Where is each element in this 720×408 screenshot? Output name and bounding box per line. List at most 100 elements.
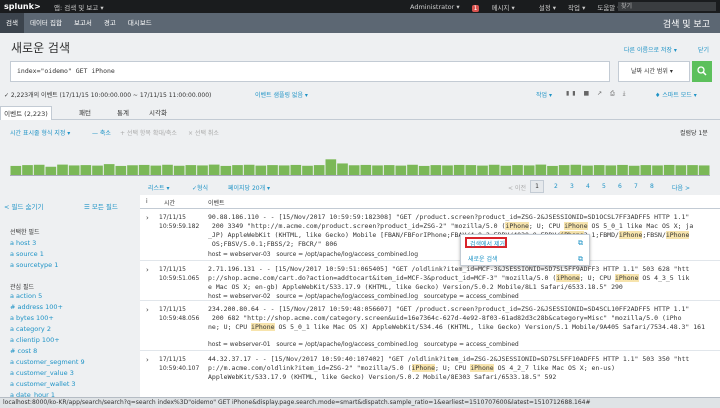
timeline-bar[interactable] bbox=[570, 164, 582, 175]
field-cost[interactable]: # cost 8 bbox=[10, 346, 85, 357]
event-raw-text[interactable]: 44.32.37.17 - - [15/Nov/2017 10:59:40:10… bbox=[208, 355, 716, 382]
timeline-bar[interactable] bbox=[407, 164, 418, 175]
timeline-chart[interactable] bbox=[10, 142, 710, 176]
field-address[interactable]: # address 100+ bbox=[10, 302, 85, 313]
field-sourcetype[interactable]: a sourcetype 1 bbox=[10, 260, 58, 271]
timeline-bar[interactable] bbox=[68, 165, 80, 175]
tab-statistics[interactable]: 통계 bbox=[108, 106, 138, 120]
timeline-bar[interactable] bbox=[652, 165, 663, 175]
timeline-bar[interactable] bbox=[558, 165, 570, 175]
timeline-bar[interactable] bbox=[33, 164, 45, 175]
timeline-bar[interactable] bbox=[278, 165, 290, 175]
save-as-button[interactable]: 다른 이름으로 저장 ▾ bbox=[624, 45, 677, 54]
timeline-bar[interactable] bbox=[465, 165, 477, 175]
timeline-bar[interactable] bbox=[593, 165, 605, 175]
timeline-bar[interactable] bbox=[150, 165, 162, 175]
timeline-bar[interactable] bbox=[663, 164, 675, 175]
page-2-button[interactable]: 2 bbox=[554, 183, 558, 190]
col-time-header[interactable]: 시간 bbox=[164, 198, 175, 207]
page-6-button[interactable]: 6 bbox=[618, 183, 622, 190]
timeline-bar[interactable] bbox=[418, 165, 430, 175]
tab-visualization[interactable]: 시각화 bbox=[140, 106, 176, 120]
timeline-bar[interactable] bbox=[127, 165, 138, 175]
user-menu[interactable]: Administrator ▾ bbox=[410, 3, 460, 11]
timeline-bar[interactable] bbox=[138, 164, 150, 175]
timeline-bar[interactable] bbox=[325, 159, 337, 175]
search-mode-menu[interactable]: ♦ 스마트 모드 ▾ bbox=[655, 90, 697, 99]
field-customer-segment[interactable]: a customer_segment 9 bbox=[10, 357, 85, 368]
timeline-bar[interactable] bbox=[360, 164, 372, 175]
messages-menu[interactable]: 1 메시지 ▾ bbox=[471, 2, 527, 12]
timeline-bar[interactable] bbox=[523, 165, 535, 175]
timeline-bar[interactable] bbox=[313, 165, 325, 175]
timeline-bar[interactable] bbox=[45, 166, 57, 175]
nav-search[interactable]: 검색 bbox=[0, 13, 24, 33]
page-1-button[interactable]: 1 bbox=[530, 180, 544, 193]
field-source[interactable]: a source 1 bbox=[10, 249, 58, 260]
expand-chevron-icon[interactable]: › bbox=[146, 356, 149, 364]
deselect-button[interactable]: × 선택 취소 bbox=[188, 128, 219, 137]
timeline-bar[interactable] bbox=[477, 165, 488, 175]
page-4-button[interactable]: 4 bbox=[586, 183, 590, 190]
timeline-bar[interactable] bbox=[302, 165, 313, 175]
field-host[interactable]: a host 3 bbox=[10, 238, 58, 249]
timeline-bar[interactable] bbox=[92, 165, 103, 175]
timeline-bar[interactable] bbox=[103, 164, 115, 175]
nav-dashboards[interactable]: 대시보드 bbox=[122, 13, 158, 33]
timeline-bar[interactable] bbox=[617, 164, 628, 175]
all-fields-button[interactable]: ☰ 모든 필드 bbox=[84, 201, 118, 211]
timeline-bar[interactable] bbox=[488, 164, 500, 175]
nav-alerts[interactable]: 경고 bbox=[98, 13, 122, 33]
timeline-bar[interactable] bbox=[430, 165, 442, 175]
timeline-bar[interactable] bbox=[80, 165, 92, 175]
close-button[interactable]: 닫기 bbox=[698, 45, 709, 54]
timeline-bar[interactable] bbox=[395, 165, 407, 175]
timeline-bar[interactable] bbox=[383, 165, 395, 175]
timeline-bar[interactable] bbox=[687, 165, 698, 175]
remove-from-search-item[interactable]: 검색에서 제거 bbox=[465, 237, 508, 248]
next-page-button[interactable]: 다음 > bbox=[672, 183, 690, 192]
timeline-bar[interactable] bbox=[232, 165, 243, 175]
timeline-bar[interactable] bbox=[348, 165, 360, 175]
expand-chevron-icon[interactable]: › bbox=[146, 214, 149, 222]
timeline-bar[interactable] bbox=[442, 165, 453, 175]
timeline-bar[interactable] bbox=[605, 165, 617, 175]
expand-chevron-icon[interactable]: › bbox=[146, 306, 149, 314]
timeline-bar[interactable] bbox=[10, 165, 22, 175]
activity-menu[interactable]: 작업 ▾ bbox=[568, 2, 585, 12]
timeline-bar[interactable] bbox=[290, 164, 302, 175]
field-clientip[interactable]: a clientip 100+ bbox=[10, 335, 85, 346]
timeline-bar[interactable] bbox=[115, 165, 127, 175]
timeline-bar[interactable] bbox=[173, 165, 185, 175]
search-button[interactable] bbox=[692, 61, 712, 82]
timeline-bar[interactable] bbox=[337, 163, 348, 175]
format-menu[interactable]: ✓형식 bbox=[192, 183, 208, 192]
event-sampling-menu[interactable]: 이벤트 샘플링 없음 ▾ bbox=[255, 90, 308, 99]
field-customer-value[interactable]: a customer_value 3 bbox=[10, 368, 85, 379]
nav-reports[interactable]: 보고서 bbox=[68, 13, 98, 33]
field-bytes[interactable]: a bytes 100+ bbox=[10, 313, 85, 324]
timeline-bar[interactable] bbox=[208, 164, 220, 175]
timeline-bar[interactable] bbox=[185, 165, 197, 175]
event-raw-text[interactable]: 234.200.80.64 - - [15/Nov/2017 10:59:48:… bbox=[208, 305, 716, 332]
hide-fields-button[interactable]: < 필드 숨기기 bbox=[4, 201, 43, 211]
page-5-button[interactable]: 5 bbox=[602, 183, 606, 190]
field-customer-wallet[interactable]: a customer_wallet 3 bbox=[10, 379, 85, 390]
timeline-bar[interactable] bbox=[500, 165, 512, 175]
timeline-bar[interactable] bbox=[255, 165, 267, 175]
app-selector[interactable]: 앱: 검색 및 보고 ▾ bbox=[48, 2, 104, 12]
timeline-bar[interactable] bbox=[453, 164, 465, 175]
timeline-format-menu[interactable]: 시간 표시줄 형식 지정 ▾ bbox=[10, 128, 70, 137]
zoom-selection-button[interactable]: + 선택 항목 확대/축소 bbox=[120, 128, 177, 137]
event-raw-text[interactable]: 2.71.196.131 - - [15/Nov/2017 10:59:51:0… bbox=[208, 265, 716, 292]
timeline-bar[interactable] bbox=[512, 165, 523, 175]
timeline-bar[interactable] bbox=[267, 165, 278, 175]
external-link-icon[interactable]: ⧉ bbox=[578, 255, 583, 264]
splunk-logo[interactable]: splunk> bbox=[0, 2, 48, 11]
list-view-menu[interactable]: 리스트 ▾ bbox=[148, 183, 169, 192]
nav-datasets[interactable]: 데이터 집합 bbox=[24, 13, 68, 33]
expand-chevron-icon[interactable]: › bbox=[146, 266, 149, 274]
job-menu[interactable]: 작업 ▾ bbox=[536, 90, 552, 99]
tab-patterns[interactable]: 패턴 bbox=[70, 106, 100, 120]
find-input[interactable]: 찾기 bbox=[618, 2, 716, 11]
